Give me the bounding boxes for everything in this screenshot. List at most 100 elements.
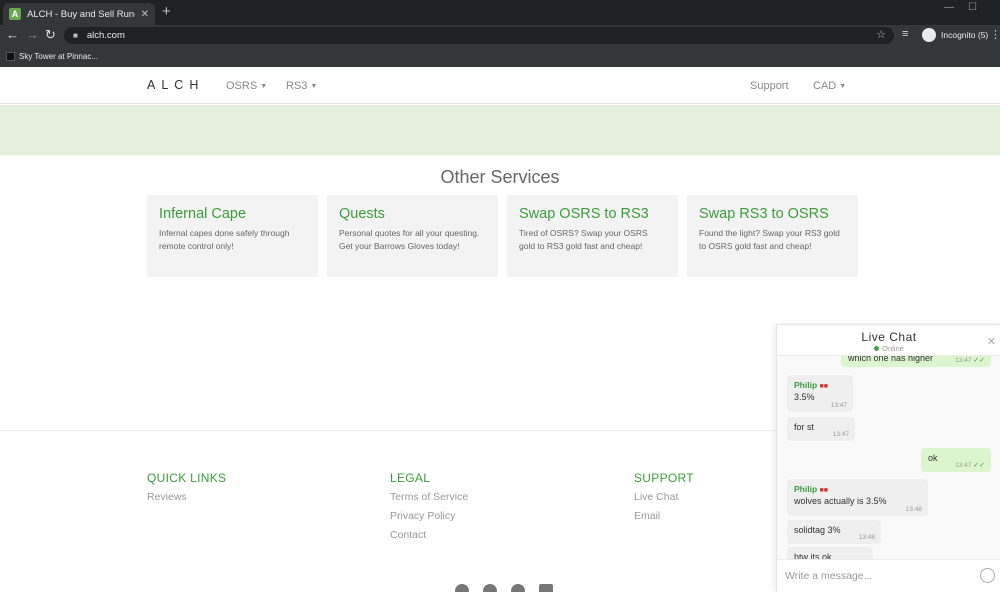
bookmark-favicon-icon <box>6 52 15 61</box>
message-text: solidtag 3% <box>794 525 841 535</box>
bookmark-item[interactable]: Sky Tower at Pinnac... <box>19 52 98 61</box>
star-icon[interactable]: ☆ <box>876 28 886 41</box>
message-sender: Philip ■■ <box>794 380 846 390</box>
message-time: 13:48 <box>858 534 875 541</box>
nav-support-link[interactable]: Support <box>750 80 789 92</box>
section-title: Other Services <box>440 167 560 187</box>
reload-icon[interactable]: ↻ <box>45 27 56 43</box>
twitter-icon[interactable] <box>483 584 497 592</box>
chat-message: Philip ■■ wolves actually is 3.5% 13:48 <box>787 479 928 516</box>
site-header: ALCH OSRS ▼ RS3 ▼ Support CAD ▼ <box>0 67 1000 104</box>
chevron-down-icon: ▼ <box>310 83 318 90</box>
new-tab-icon[interactable]: + <box>162 4 171 19</box>
footer-heading: SUPPORT <box>634 471 694 485</box>
card-description: Personal quotes for all your questing. G… <box>339 228 480 251</box>
mail-icon[interactable] <box>539 584 553 592</box>
brand-logo[interactable]: ALCH <box>147 78 204 92</box>
nav-osrs-dropdown[interactable]: OSRS ▼ <box>226 80 267 92</box>
card-title: Swap OSRS to RS3 <box>519 206 649 222</box>
browser-toolbar: ← → ↻ ■ alch.com ☆ ≡ Incognito (5) ⋮ <box>0 25 1000 46</box>
currency-label: CAD <box>813 80 837 92</box>
service-card-swap-rs3-osrs[interactable]: Swap RS3 to OSRS Found the light? Swap y… <box>687 195 858 277</box>
sender-name: Philip <box>794 380 818 390</box>
chat-status-label: Online <box>882 344 904 353</box>
message-text: 3.5% <box>794 392 815 402</box>
message-text: ok <box>928 453 938 463</box>
chat-message: solidtag 3% 13:48 <box>787 520 881 544</box>
footer-link-privacy[interactable]: Privacy Policy <box>390 507 468 526</box>
url-text: alch.com <box>86 30 125 41</box>
nav-rs3-dropdown[interactable]: RS3 ▼ <box>286 80 317 92</box>
live-chat-widget: Live Chat Online ✕ which one has higher … <box>776 324 1000 592</box>
minimize-icon[interactable]: — <box>944 2 954 13</box>
read-ticks-icon: ✓✓ <box>973 357 985 364</box>
incognito-icon <box>922 28 936 42</box>
tab-title: ALCH - Buy and Sell Runescape G <box>27 8 135 20</box>
flag-icon: ■■ <box>819 383 828 390</box>
card-description: Found the light? Swap your RS3 gold to O… <box>699 228 840 251</box>
currency-dropdown[interactable]: CAD ▼ <box>813 80 846 92</box>
footer-heading: QUICK LINKS <box>147 471 227 485</box>
footer-quick-links: QUICK LINKS Reviews <box>147 471 226 507</box>
service-card-swap-osrs-rs3[interactable]: Swap OSRS to RS3 Tired of OSRS? Swap you… <box>507 195 678 277</box>
address-bar[interactable]: ■ alch.com ☆ <box>64 27 894 44</box>
incognito-indicator[interactable]: Incognito (5) <box>922 28 988 42</box>
card-description: Infernal capes done safely through remot… <box>159 228 290 251</box>
facebook-icon[interactable] <box>455 584 469 592</box>
card-title: Quests <box>339 206 385 222</box>
message-text: for st <box>794 422 815 432</box>
chevron-down-icon: ▼ <box>260 83 268 90</box>
message-time: 13:48 <box>905 506 922 513</box>
chat-input-bar[interactable]: Write a message... <box>777 559 1000 592</box>
message-input[interactable]: Write a message... <box>785 570 872 582</box>
message-time: 13:47 <box>830 402 847 409</box>
back-icon[interactable]: ← <box>6 27 19 43</box>
footer-link-live-chat[interactable]: Live Chat <box>634 488 694 507</box>
card-description: Tired of OSRS? Swap your OSRS gold to RS… <box>519 228 648 251</box>
forward-icon[interactable]: → <box>26 27 39 43</box>
lock-icon: ■ <box>73 31 78 40</box>
chat-message: Philip ■■ 3.5% 13:47 <box>787 375 853 412</box>
message-time-text: 13:47 <box>955 357 972 364</box>
card-title: Swap RS3 to OSRS <box>699 206 829 222</box>
message-sender: Philip ■■ <box>794 484 921 494</box>
browser-tabstrip: A ALCH - Buy and Sell Runescape G ✕ + — … <box>0 0 1000 25</box>
service-card-quests[interactable]: Quests Personal quotes for all your ques… <box>327 195 498 277</box>
sender-name: Philip <box>794 484 818 494</box>
incognito-label: Incognito (5) <box>941 30 989 40</box>
tab-close-icon[interactable]: ✕ <box>141 9 149 20</box>
message-time: 13:47 <box>832 431 849 438</box>
card-title: Infernal Cape <box>159 206 247 222</box>
service-card-infernal-cape[interactable]: Infernal Cape Infernal capes done safely… <box>147 195 318 277</box>
chevron-down-icon: ▼ <box>839 83 847 90</box>
flag-icon: ■■ <box>819 487 828 494</box>
nav-osrs-label: OSRS <box>226 80 258 92</box>
emoji-icon[interactable] <box>980 568 995 583</box>
footer-link-email[interactable]: Email <box>634 507 694 526</box>
footer-link-contact[interactable]: Contact <box>390 526 468 545</box>
social-links <box>455 584 553 592</box>
browser-menu-icon[interactable]: ⋮ <box>990 28 1000 41</box>
chat-status: Online <box>777 344 1000 353</box>
footer-link-reviews[interactable]: Reviews <box>147 488 226 507</box>
close-icon[interactable]: ✕ <box>987 335 996 348</box>
message-time: 13:47 ✓✓ <box>955 356 985 364</box>
footer-link-terms[interactable]: Terms of Service <box>390 488 468 507</box>
chat-message: ok 13:47 ✓✓ <box>921 448 991 472</box>
message-time: 13:47 ✓✓ <box>955 461 985 469</box>
media-control-icon[interactable]: ≡ <box>902 28 908 40</box>
services-list: Infernal Cape Infernal capes done safely… <box>147 195 858 277</box>
online-dot-icon <box>874 346 880 351</box>
read-ticks-icon: ✓✓ <box>973 462 985 469</box>
message-time-text: 13:47 <box>955 462 972 469</box>
bookmarks-bar: Sky Tower at Pinnac... <box>0 46 1000 67</box>
footer-heading: LEGAL <box>390 471 431 485</box>
chat-message: for st 13:47 <box>787 417 855 441</box>
maximize-icon[interactable]: ☐ <box>968 2 977 13</box>
message-text: wolves actually is 3.5% <box>794 496 887 506</box>
chat-messages[interactable]: which one has higher 13:47 ✓✓ Philip ■■ … <box>777 348 1000 571</box>
browser-tab[interactable]: A ALCH - Buy and Sell Runescape G ✕ <box>3 3 155 25</box>
nav-rs3-label: RS3 <box>286 80 308 92</box>
chat-header: Live Chat Online ✕ <box>777 325 1000 356</box>
instagram-icon[interactable] <box>511 584 525 592</box>
